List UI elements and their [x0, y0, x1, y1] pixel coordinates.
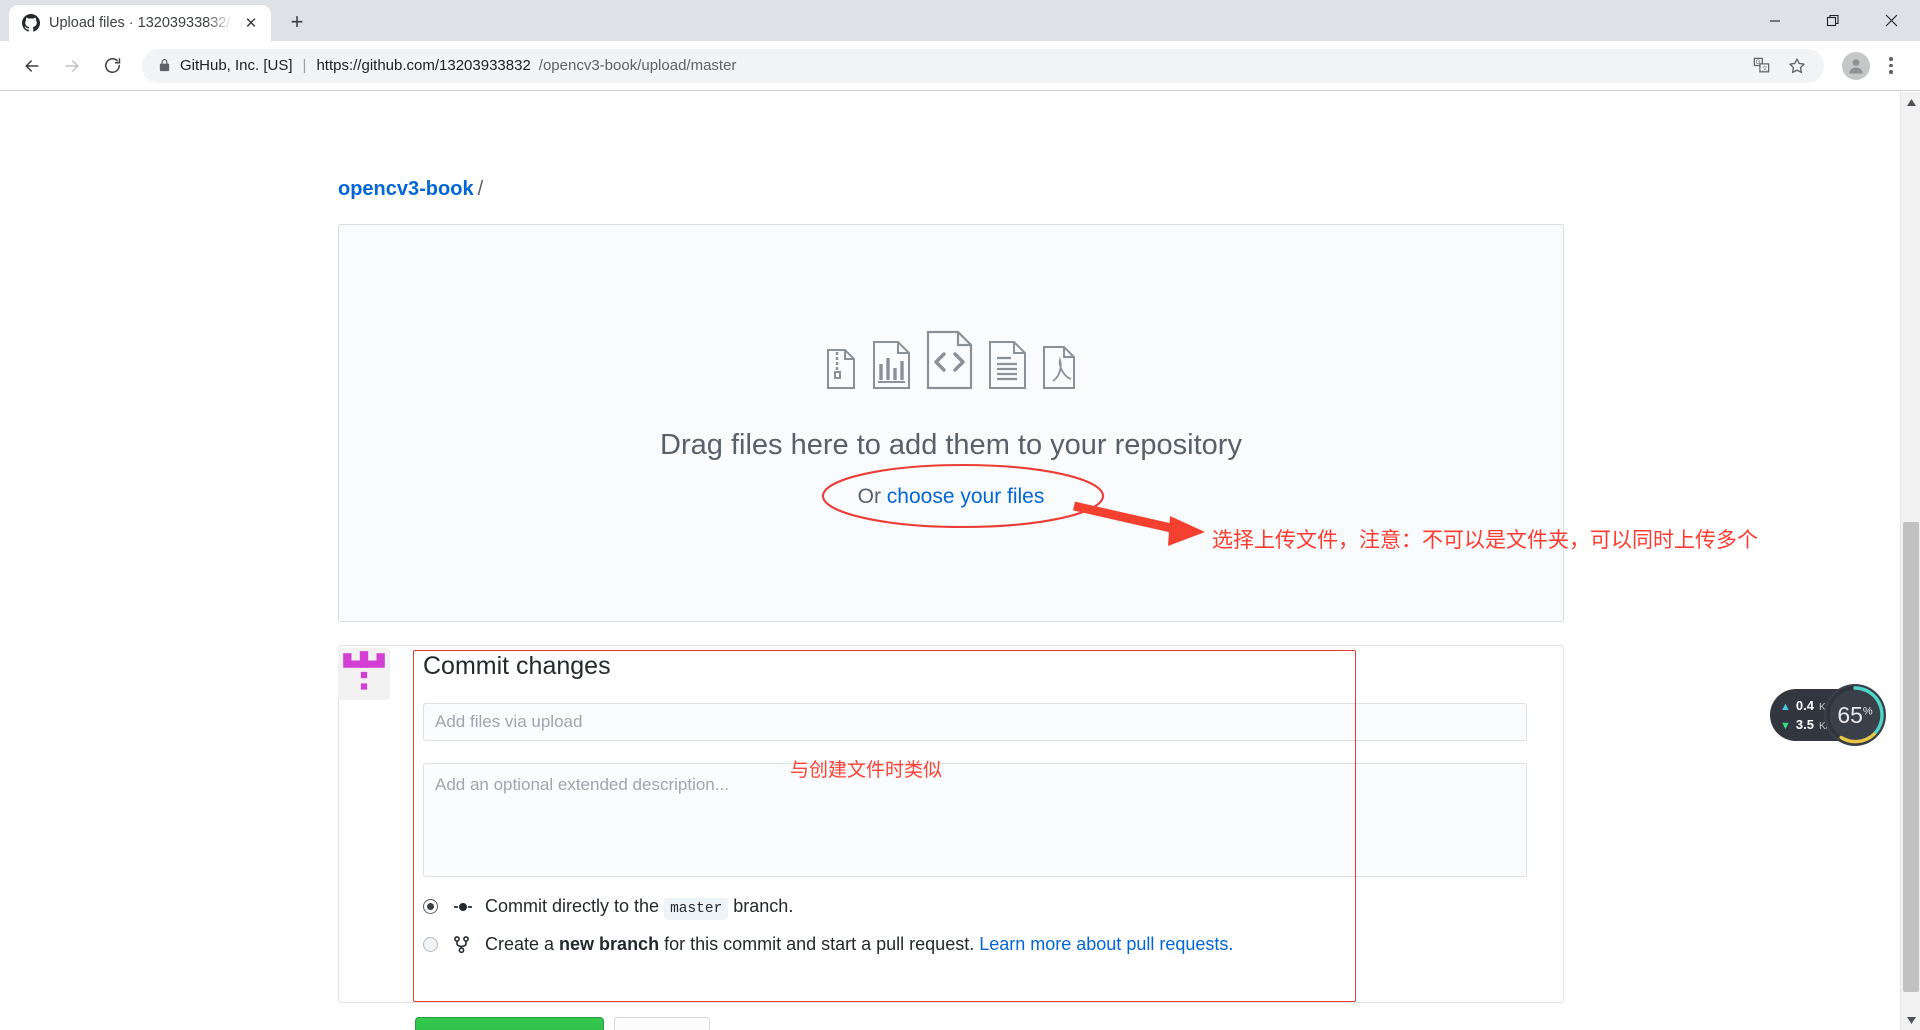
chart-file-icon	[871, 340, 911, 395]
dropzone-or-label: Or	[857, 485, 887, 508]
zip-file-icon	[825, 348, 857, 395]
forward-arrow-icon[interactable]	[54, 48, 90, 84]
upload-arrow-icon: ▲	[1780, 701, 1791, 713]
commit-message-input[interactable]	[423, 703, 1527, 741]
git-branch-icon	[454, 936, 472, 953]
dropzone-title: Drag files here to add them to your repo…	[660, 429, 1242, 461]
commit-actions: Commit changes Cancel	[415, 1017, 711, 1030]
translate-icon[interactable]: G 文	[1746, 51, 1776, 81]
site-identity-label: GitHub, Inc. [US]	[180, 57, 293, 74]
download-speed-value: 3.5	[1795, 717, 1814, 732]
commit-option-new-branch[interactable]: Create a new branch for this commit and …	[423, 934, 1553, 955]
pdf-file-icon	[1041, 345, 1077, 395]
commit-direct-prefix: Commit directly to the	[485, 896, 665, 916]
scroll-up-arrow-icon[interactable]	[1901, 92, 1920, 112]
window-controls	[1746, 0, 1920, 41]
download-arrow-icon: ▼	[1780, 720, 1791, 732]
minimize-button[interactable]	[1746, 0, 1804, 41]
radio-new-branch[interactable]	[423, 937, 438, 952]
url-separator: |	[302, 57, 307, 74]
lock-icon	[158, 58, 172, 73]
cancel-button[interactable]: Cancel	[614, 1017, 711, 1030]
pull-requests-learn-more-link[interactable]: Learn more about pull requests.	[979, 934, 1233, 954]
github-favicon-icon	[22, 14, 40, 32]
github-upload-page: opencv3-book / Drag files here to add th…	[0, 92, 1900, 1030]
star-icon[interactable]	[1782, 51, 1812, 81]
breadcrumb: opencv3-book /	[338, 178, 483, 201]
three-dot-menu-icon[interactable]	[1876, 51, 1906, 81]
cpu-usage-percent-symbol: %	[1862, 704, 1873, 717]
user-identicon-avatar	[338, 648, 390, 700]
breadcrumb-repo-link[interactable]: opencv3-book	[338, 178, 474, 200]
network-speed-widget[interactable]: ▲ 0.4 K/s ▼ 3.5 K/s	[1770, 684, 1900, 746]
choose-your-files-link[interactable]: choose your files	[887, 485, 1045, 508]
page-viewport: opencv3-book / Drag files here to add th…	[0, 92, 1920, 1030]
browser-toolbar: GitHub, Inc. [US] | https://github.com/1…	[0, 41, 1920, 91]
browser-tab[interactable]: Upload files · 13203933832/op ✕	[9, 5, 271, 41]
new-branch-prefix: Create a	[485, 934, 560, 954]
breadcrumb-separator: /	[477, 178, 484, 200]
commit-description-textarea[interactable]	[423, 763, 1527, 877]
branch-name-code: master	[664, 898, 729, 920]
browser-window: Upload files · 13203933832/op ✕ + GitHub…	[0, 0, 1920, 1030]
commit-direct-suffix: branch.	[728, 896, 794, 916]
commit-heading: Commit changes	[423, 652, 611, 680]
code-file-icon	[925, 330, 973, 395]
tab-close-icon[interactable]: ✕	[241, 13, 261, 33]
upload-speed-value: 0.4	[1795, 698, 1814, 713]
profile-avatar-icon[interactable]	[1842, 51, 1870, 80]
new-tab-button[interactable]: +	[280, 5, 314, 39]
new-branch-suffix: for this commit and start a pull request…	[659, 934, 980, 954]
tab-title: Upload files · 13203933832/op	[49, 15, 232, 31]
reload-icon[interactable]	[94, 48, 130, 84]
scrollbar-thumb[interactable]	[1903, 522, 1919, 992]
cpu-usage-gauge[interactable]: 65%	[1824, 684, 1886, 746]
commit-form: Commit changes Commit directly to the ma…	[423, 652, 1553, 955]
new-branch-bold: new branch	[559, 934, 660, 954]
close-button[interactable]	[1862, 0, 1920, 41]
back-arrow-icon[interactable]	[14, 48, 50, 84]
file-type-icon-group	[825, 330, 1077, 395]
file-dropzone[interactable]: Drag files here to add them to your repo…	[338, 224, 1564, 622]
git-commit-icon	[454, 900, 472, 914]
url-host: https://github.com/13203933832	[316, 57, 531, 74]
commit-changes-button[interactable]: Commit changes	[415, 1017, 605, 1030]
new-branch-label: Create a new branch for this commit and …	[485, 934, 1233, 955]
scroll-down-arrow-icon[interactable]	[1901, 1010, 1920, 1030]
address-bar[interactable]: GitHub, Inc. [US] | https://github.com/1…	[142, 48, 1824, 83]
commit-direct-label: Commit directly to the master branch.	[485, 896, 794, 920]
cpu-usage-value: 65%	[1837, 702, 1872, 729]
radio-commit-direct[interactable]	[423, 899, 438, 914]
dropzone-subtitle: Or choose your files	[858, 485, 1045, 509]
cpu-usage-number: 65	[1837, 701, 1863, 728]
page-scrollbar[interactable]	[1900, 92, 1920, 1030]
text-file-icon	[987, 340, 1027, 395]
omnibox-actions: G 文	[1746, 51, 1816, 81]
url-path: /opencv3-book/upload/master	[538, 57, 737, 74]
tab-strip: Upload files · 13203933832/op ✕ +	[0, 0, 1920, 41]
restore-button[interactable]	[1804, 0, 1862, 41]
commit-option-direct[interactable]: Commit directly to the master branch.	[423, 896, 1553, 920]
